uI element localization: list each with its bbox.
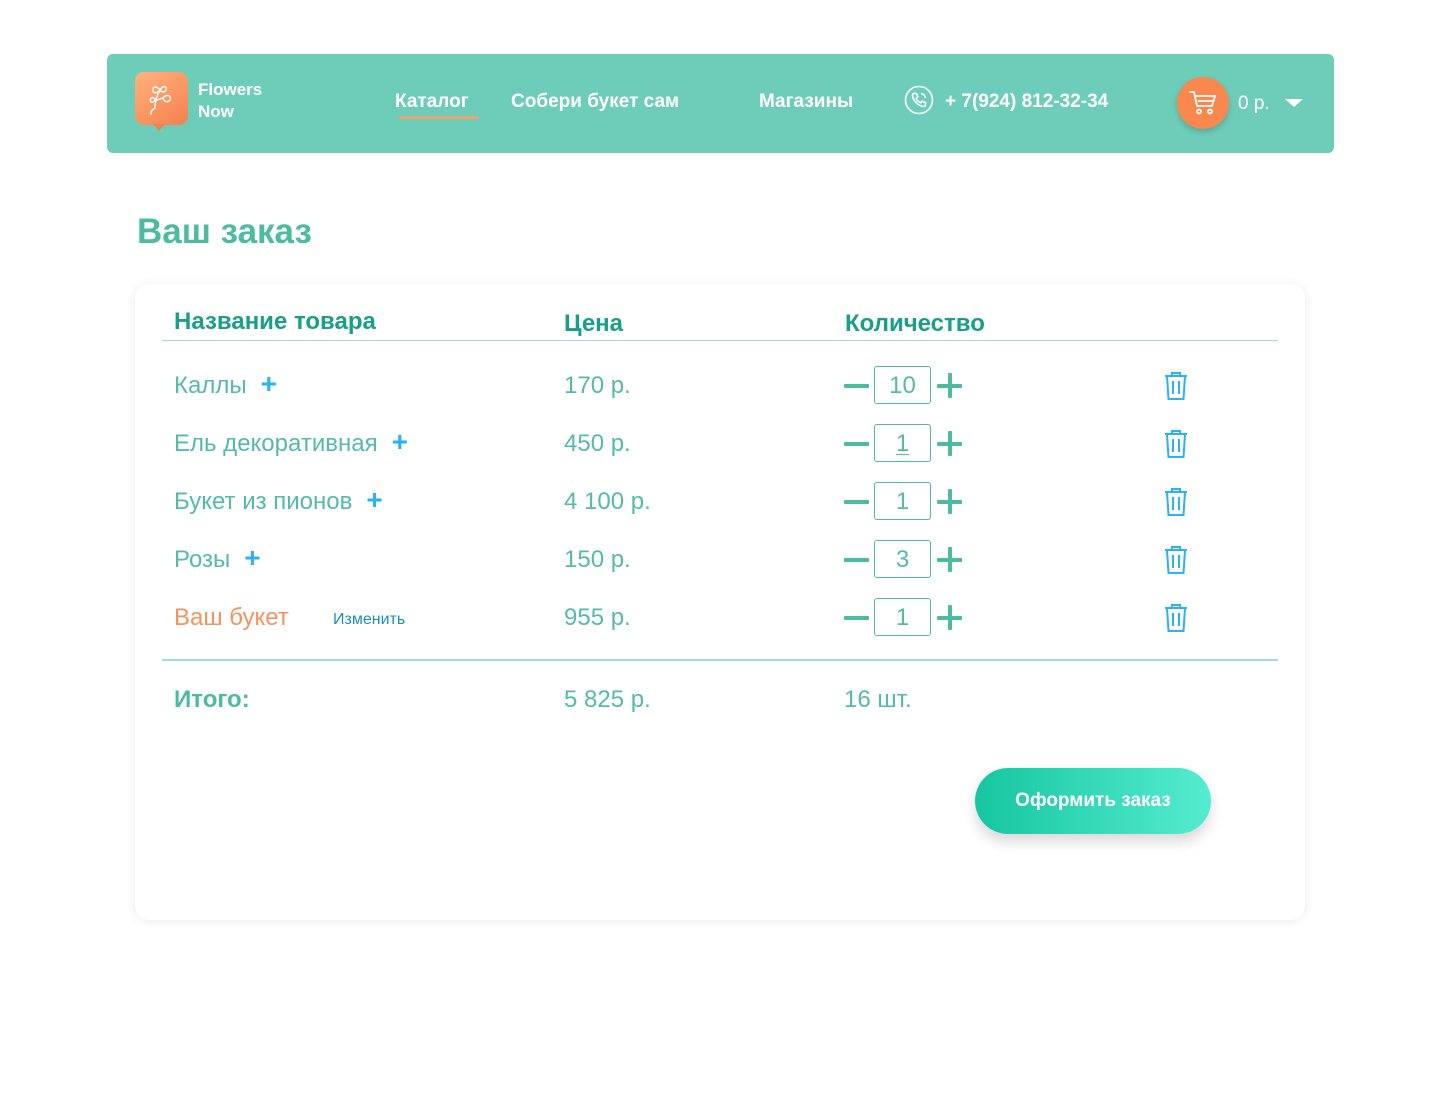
trash-icon[interactable] (1164, 545, 1188, 575)
total-divider (162, 659, 1278, 661)
decrease-quantity-button[interactable] (844, 558, 869, 562)
item-name: Каллы + (174, 370, 277, 400)
increase-quantity-button[interactable] (937, 605, 962, 630)
logo[interactable] (135, 72, 188, 131)
column-header-price: Цена (564, 310, 624, 337)
add-icon[interactable]: + (366, 486, 382, 514)
phone-icon (904, 85, 934, 115)
add-icon[interactable]: + (392, 428, 408, 456)
total-quantity: 16 шт. (844, 686, 912, 713)
item-price: 4 100 р. (564, 488, 651, 515)
cart-icon (1189, 91, 1216, 115)
increase-quantity-button[interactable] (937, 547, 962, 572)
add-icon[interactable]: + (244, 544, 260, 572)
column-header-name: Название товара (174, 308, 376, 335)
decrease-quantity-button[interactable] (844, 616, 869, 620)
decrease-quantity-button[interactable] (844, 442, 869, 446)
brand-line-1: Flowers (198, 80, 263, 99)
item-name-text: Розы (174, 546, 231, 573)
table-row: Каллы + 170 р. 10 (135, 366, 1305, 406)
table-row: Букет из пионов + 4 100 р. 1 (135, 482, 1305, 522)
phone-number[interactable]: + 7(924) 812-32-34 (945, 91, 1108, 113)
item-price: 170 р. (564, 372, 631, 399)
quantity-input[interactable]: 10 (874, 366, 931, 404)
trash-icon[interactable] (1164, 603, 1188, 633)
item-name-text: Букет из пионов (174, 488, 353, 515)
item-name: Розы + (174, 544, 261, 574)
item-price: 450 р. (564, 430, 631, 457)
total-price: 5 825 р. (564, 686, 651, 713)
cart-button[interactable] (1177, 77, 1229, 129)
add-icon[interactable]: + (261, 370, 277, 398)
trash-icon[interactable] (1164, 429, 1188, 459)
trash-icon[interactable] (1164, 371, 1188, 401)
item-name-text: Ель декоративная (174, 430, 378, 457)
nav-catalog[interactable]: Каталог (395, 91, 469, 113)
table-row: Ваш букет Изменить 955 р. 1 (135, 598, 1305, 638)
decrease-quantity-button[interactable] (844, 500, 869, 504)
table-row: Ель декоративная + 450 р. 1 (135, 424, 1305, 464)
increase-quantity-button[interactable] (937, 489, 962, 514)
nav-active-underline (399, 116, 479, 119)
order-table-card: Название товара Цена Количество Каллы + 1… (135, 284, 1305, 920)
item-price: 150 р. (564, 546, 631, 573)
flower-logo-icon (149, 85, 172, 115)
table-row: Розы + 150 р. 3 (135, 540, 1305, 580)
increase-quantity-button[interactable] (937, 373, 962, 398)
item-name: Ель декоративная + (174, 428, 408, 458)
column-header-quantity: Количество (845, 310, 985, 337)
item-price: 955 р. (564, 604, 631, 631)
trash-icon[interactable] (1164, 487, 1188, 517)
item-name: Букет из пионов + (174, 486, 383, 516)
checkout-button[interactable]: Оформить заказ (975, 768, 1211, 834)
decrease-quantity-button[interactable] (844, 384, 869, 388)
brand-line-2: Now (198, 102, 234, 121)
item-name-text: Каллы (174, 372, 247, 399)
nav-stores[interactable]: Магазины (759, 91, 853, 113)
quantity-input[interactable]: 3 (874, 540, 931, 578)
custom-bouquet-name: Ваш букет (174, 604, 289, 631)
nav-build-bouquet[interactable]: Собери букет сам (511, 91, 679, 113)
edit-bouquet-link[interactable]: Изменить (333, 611, 405, 629)
header-bar: Flowers Now Каталог Собери букет сам Маг… (107, 54, 1334, 153)
quantity-input[interactable]: 1 (874, 598, 931, 636)
total-label: Итого: (174, 686, 250, 713)
header-divider (162, 340, 1278, 341)
chevron-down-icon[interactable] (1285, 99, 1303, 107)
page-title: Ваш заказ (137, 212, 312, 251)
cart-total: 0 р. (1238, 93, 1270, 114)
quantity-input[interactable]: 1 (874, 482, 931, 520)
quantity-input[interactable]: 1 (874, 424, 931, 462)
brand-name[interactable]: Flowers Now (198, 79, 262, 123)
increase-quantity-button[interactable] (937, 431, 962, 456)
